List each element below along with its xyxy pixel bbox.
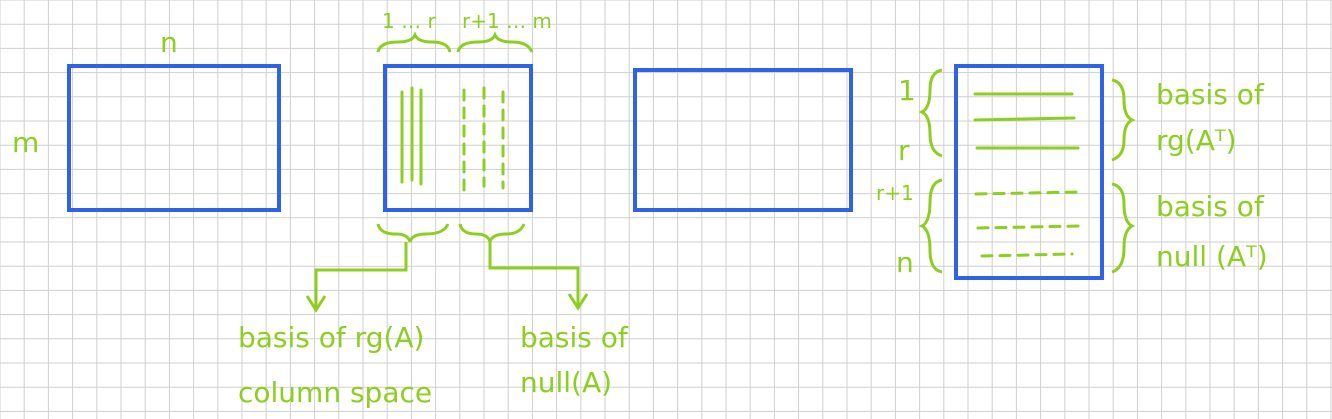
brace-bottom-right xyxy=(458,223,526,243)
matrix-middle xyxy=(633,68,853,212)
label-basis-null-at-2: null (Aᵀ) xyxy=(1156,240,1268,273)
matrix-vt xyxy=(954,64,1104,280)
label-col-index-r1-m: r+1 … m xyxy=(462,9,552,33)
label-basis-null-at-1: basis of xyxy=(1156,190,1265,223)
matrix-a xyxy=(67,64,281,212)
row-index-r: r xyxy=(898,134,910,167)
brace-left-rows-1-r xyxy=(918,68,943,158)
diagram-canvas: n m 1 … r r+1 … m basis of rg(A) column … xyxy=(0,0,1332,419)
brace-bottom-left xyxy=(376,223,450,243)
row-index-n: n xyxy=(896,246,914,279)
matrix-u xyxy=(383,64,533,212)
label-column-space: column space xyxy=(238,376,432,409)
label-basis-rg-at-2: rg(Aᵀ) xyxy=(1156,124,1237,157)
brace-right-rows-1-r xyxy=(1111,78,1136,162)
label-m: m xyxy=(12,126,39,159)
brace-right-rows-r1-n xyxy=(1111,182,1136,274)
label-basis-null-a-1: basis of xyxy=(520,321,629,354)
label-col-index-1-r: 1 … r xyxy=(382,9,436,33)
label-n: n xyxy=(160,26,178,59)
label-basis-rg-at-1: basis of xyxy=(1156,78,1265,111)
row-index-1: 1 xyxy=(898,74,916,107)
arrow-to-basis-null-a xyxy=(488,242,580,306)
brace-top-left xyxy=(376,31,452,53)
arrow-to-basis-rg-a xyxy=(314,242,408,308)
brace-top-right xyxy=(456,31,534,53)
label-basis-rg-a: basis of rg(A) xyxy=(238,321,424,354)
row-index-r1: r+1 xyxy=(876,181,914,205)
label-basis-null-a-2: null(A) xyxy=(520,366,612,399)
